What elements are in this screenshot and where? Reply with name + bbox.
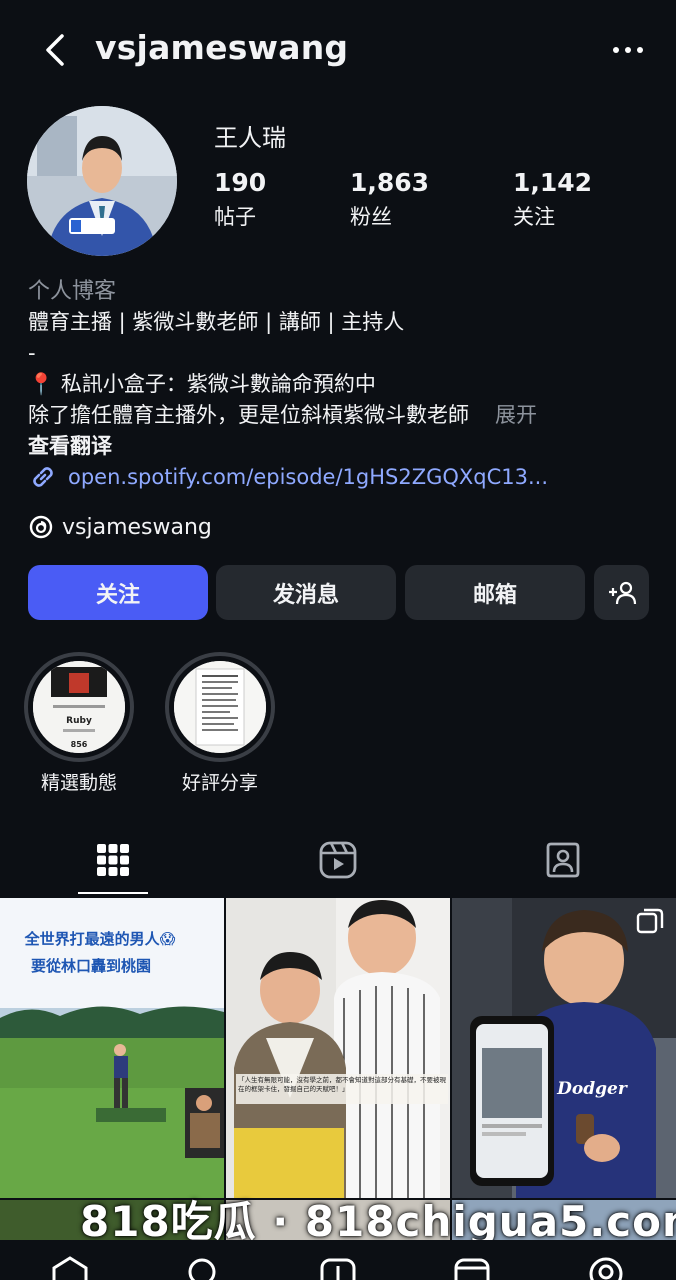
profile-link[interactable]: open.spotify.com/episode/1gHS2ZGQXqC13..… xyxy=(28,462,548,492)
highlight-card-number: 856 xyxy=(71,740,88,749)
create-icon[interactable] xyxy=(318,1256,358,1280)
profile-username-title: vsjameswang xyxy=(95,28,349,67)
profile-tabs xyxy=(0,822,676,898)
bio-more-link[interactable]: 展开 xyxy=(495,403,537,427)
post-thumbnail[interactable]: 「人生有無限可能，沒有學之前，都不會知道對這部分有基礎，不要被現在的框架卡住，發… xyxy=(226,898,450,1198)
link-icon xyxy=(33,467,53,487)
email-button[interactable]: 邮箱 xyxy=(405,565,585,620)
tab-posts-grid[interactable] xyxy=(39,822,187,898)
highlight-ring: Ruby 856 xyxy=(24,652,134,762)
highlight-label: 好評分享 xyxy=(181,772,258,794)
suggest-people-button[interactable] xyxy=(594,565,649,620)
more-icon[interactable] xyxy=(606,36,650,64)
post-thumbnail[interactable]: Dodger xyxy=(452,898,676,1198)
stat-following-value: 1,142 xyxy=(513,168,593,197)
highlight-card-text: Ruby xyxy=(66,716,92,726)
tagged-icon xyxy=(546,842,580,878)
tab-tagged[interactable] xyxy=(489,822,637,898)
bio-line-with-more: 除了擔任體育主播外，更是位斜槓紫微斗數老師 展开 xyxy=(28,400,658,431)
post-caption: 「人生有無限可能，沒有學之前，都不會知道對這部分有基礎，不要被現在的框架卡住，發… xyxy=(238,1076,446,1093)
post-thumbnail[interactable]: 全世界打最遠的男人😱 要從林口轟到桃園 xyxy=(0,898,224,1198)
stat-followers-value: 1,863 xyxy=(350,168,430,197)
highlight-label: 精選動態 xyxy=(40,772,117,794)
highlight-ring xyxy=(165,652,275,762)
grid-icon xyxy=(97,844,129,876)
bio-line: 除了擔任體育主播外，更是位斜槓紫微斗數老師 xyxy=(28,403,469,427)
highlight-cover: Ruby 856 xyxy=(33,661,125,753)
profile-category: 个人博客 xyxy=(28,279,117,304)
stat-followers-label: 粉丝 xyxy=(350,205,392,229)
profile-full-name: 王人瑞 xyxy=(214,124,286,152)
threads-handle: vsjameswang xyxy=(62,514,212,540)
message-button[interactable]: 发消息 xyxy=(216,565,396,620)
story-highlight[interactable]: Ruby 856 精選動態 xyxy=(24,652,134,795)
post-title-line: 要從林口轟到桃園 xyxy=(31,957,151,975)
stat-following[interactable]: 1,142 关注 xyxy=(513,168,592,231)
story-highlight[interactable]: 好評分享 xyxy=(165,652,275,795)
translate-link[interactable]: 查看翻译 xyxy=(28,431,658,462)
active-tab-indicator xyxy=(78,892,148,894)
threads-badge[interactable]: vsjameswang xyxy=(28,514,212,540)
profile-bio: 个人博客 體育主播 | 紫微斗數老師 | 講師 | 主持人 - 📍 私訊小盒子：… xyxy=(28,276,658,462)
posts-grid: 全世界打最遠的男人😱 要從林口轟到桃園 「人生有無限可能，沒有學之前，都不會知道… xyxy=(0,898,676,1198)
back-arrow-icon[interactable] xyxy=(38,30,72,70)
stat-followers[interactable]: 1,863 粉丝 xyxy=(350,168,429,231)
add-person-icon xyxy=(608,581,636,604)
stat-posts-value: 190 xyxy=(214,168,267,197)
home-icon[interactable] xyxy=(50,1256,90,1280)
tab-reels[interactable] xyxy=(264,822,412,898)
threads-icon xyxy=(29,515,53,539)
stat-following-label: 关注 xyxy=(513,205,555,229)
reels-icon xyxy=(319,841,357,879)
profile-icon[interactable] xyxy=(586,1256,626,1280)
bio-line: 📍 私訊小盒子：紫微斗數論命預約中 xyxy=(28,372,376,396)
bio-line: - xyxy=(28,341,36,365)
stat-posts-label: 帖子 xyxy=(214,205,256,229)
reels-nav-icon[interactable] xyxy=(452,1256,492,1280)
bottom-nav xyxy=(0,1240,676,1280)
profile-link-text: open.spotify.com/episode/1gHS2ZGQXqC13..… xyxy=(68,465,549,489)
profile-avatar[interactable] xyxy=(27,106,177,256)
post-title-line: 全世界打最遠的男人😱 xyxy=(24,930,176,948)
post-shirt-text: Dodger xyxy=(556,1079,628,1099)
top-bar: vsjameswang xyxy=(0,0,676,100)
bio-line: 體育主播 | 紫微斗數老師 | 講師 | 主持人 xyxy=(28,310,405,334)
stat-posts[interactable]: 190 帖子 xyxy=(214,168,266,231)
highlight-cover xyxy=(174,661,266,753)
follow-button[interactable]: 关注 xyxy=(28,565,208,620)
search-icon[interactable] xyxy=(184,1256,224,1280)
